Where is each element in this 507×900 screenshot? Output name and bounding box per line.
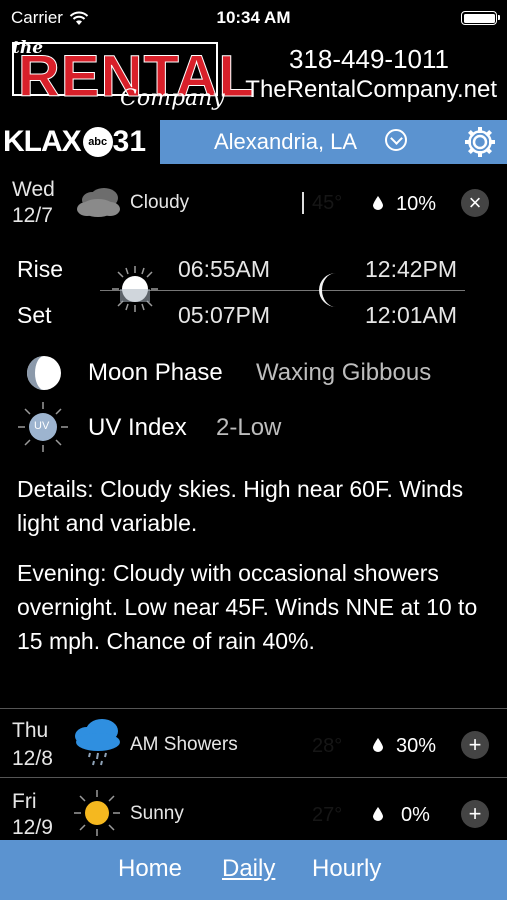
precip-chance: 10%: [396, 193, 437, 215]
day-details-text: Details: Cloudy skies. High near 60F. Wi…: [17, 476, 464, 536]
station-call: KLAX: [3, 125, 82, 158]
sun-horizon-icon: [112, 266, 158, 312]
chevron-down-icon[interactable]: [385, 129, 407, 151]
sunrise-time: 06:55AM: [178, 256, 271, 282]
expand-button[interactable]: +: [461, 800, 489, 828]
uv-index-value: 2-Low: [216, 414, 282, 441]
moon-crescent-icon: [319, 273, 336, 307]
station-logo: KLAX abc 31: [0, 120, 160, 164]
day-date: 12/7: [12, 204, 53, 227]
logo-company-text: Company: [120, 86, 225, 111]
condition-label: AM Showers: [130, 734, 238, 755]
uv-icon-text: UV: [34, 420, 50, 432]
gear-icon[interactable]: [463, 125, 497, 159]
moonset-time: 12:01AM: [365, 302, 458, 328]
rain-cloud-icon: [75, 719, 120, 766]
condition-label: Cloudy: [130, 192, 190, 213]
clock: 10:34 AM: [216, 8, 291, 27]
day-row-wed[interactable]: Wed 12/7 Cloudy 45° 10% ×: [0, 166, 507, 227]
bottom-nav: Home Daily Hourly: [0, 840, 507, 900]
sponsor-banner[interactable]: RENTAL the Company 318-449-1011 TheRenta…: [0, 36, 507, 120]
nav-hourly[interactable]: Hourly: [312, 855, 381, 883]
raindrop-icon: [373, 807, 383, 821]
battery-icon: [461, 11, 500, 25]
day-row-thu[interactable]: Thu 12/8 AM Showers 28° 30% +: [0, 709, 507, 777]
moonrise-time: 12:42PM: [365, 256, 458, 282]
expand-button[interactable]: +: [461, 731, 489, 759]
rise-label: Rise: [17, 256, 64, 282]
day-date: 12/9: [12, 816, 53, 839]
location-name: Alexandria, LA: [214, 129, 358, 154]
day-name: Thu: [12, 719, 49, 742]
collapse-button[interactable]: ×: [461, 189, 489, 217]
day-row-fri[interactable]: Fri 12/9 Sunny 27° 0% +: [0, 778, 507, 840]
temp-divider: [302, 192, 304, 214]
uv-index-label: UV Index: [88, 414, 187, 441]
day-date: 12/8: [12, 747, 53, 770]
location-selector[interactable]: Alexandria, LA: [160, 120, 507, 164]
network-logo: abc: [82, 127, 113, 157]
temps-text: 28°: [312, 735, 343, 757]
sponsor-website[interactable]: TheRentalCompany.net: [245, 76, 497, 104]
nav-home[interactable]: Home: [118, 855, 182, 883]
cloudy-icon: [77, 188, 120, 217]
raindrop-icon: [373, 738, 383, 752]
evening-details-text: Evening: Cloudy with occasional showers …: [17, 560, 478, 654]
station-channel: 31: [112, 125, 147, 158]
condition-label: Sunny: [130, 803, 184, 824]
location-bar: KLAX abc 31 Alexandria, LA: [0, 120, 507, 164]
nav-daily[interactable]: Daily: [222, 855, 275, 883]
sun-icon: [74, 790, 120, 836]
day-name: Fri: [12, 790, 37, 813]
logo-the-text: the: [12, 38, 44, 58]
sunset-time: 05:07PM: [178, 302, 271, 328]
set-label: Set: [17, 302, 52, 328]
sponsor-phone[interactable]: 318-449-1011: [289, 44, 449, 75]
moon-phase-value: Waxing Gibbous: [256, 359, 432, 386]
moon-phase-label: Moon Phase: [88, 359, 223, 386]
precip-chance: 0%: [401, 804, 430, 826]
precip-chance: 30%: [396, 735, 437, 757]
moon-phase-icon: [27, 356, 61, 390]
temps-text: 45°: [312, 192, 343, 214]
rental-company-logo: RENTAL the Company: [12, 38, 254, 116]
day-name: Wed: [12, 178, 55, 201]
raindrop-icon: [373, 196, 383, 210]
temps-text: 27°: [312, 804, 343, 826]
status-bar: Carrier 10:34 AM: [0, 0, 507, 36]
